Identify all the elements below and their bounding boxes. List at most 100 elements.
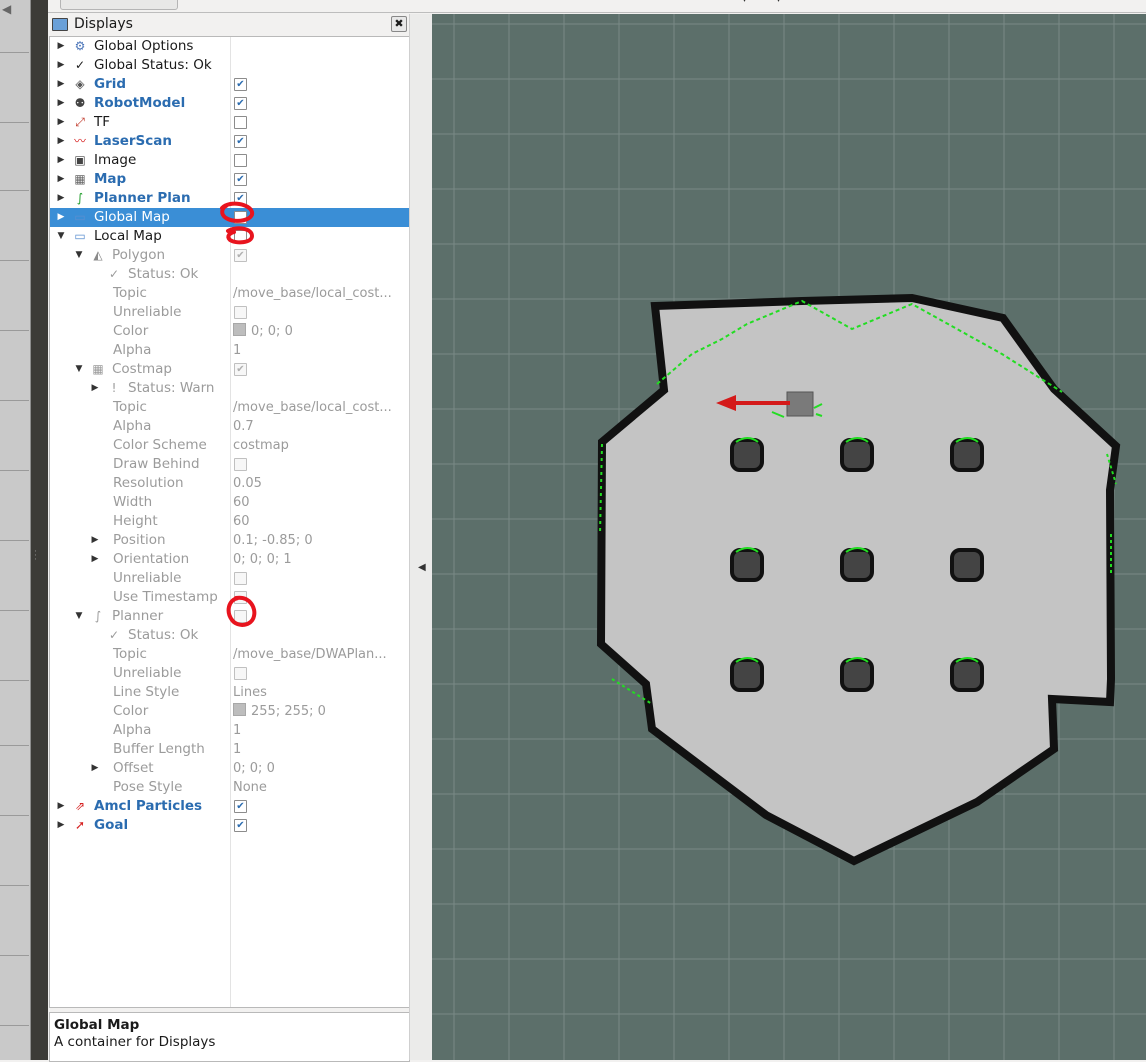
tree-row[interactable]: Use Timestamp <box>50 588 409 607</box>
tree-row[interactable]: ▶ ◈ Grid ✔ <box>50 75 409 94</box>
render-viewport[interactable] <box>432 14 1146 1060</box>
tree-row[interactable]: ▶ Position 0.1; -0.85; 0 <box>50 531 409 550</box>
expand-arrow-icon[interactable]: ▶ <box>56 56 66 75</box>
expand-arrow-icon[interactable]: ▶ <box>56 37 66 56</box>
robot-model[interactable] <box>786 391 814 417</box>
property-value[interactable]: /move_base/local_cost... <box>233 284 392 303</box>
expand-arrow-icon[interactable]: ▶ <box>56 816 66 835</box>
tree-row[interactable]: ✓ Status: Ok <box>50 265 409 284</box>
drag-handle-icon[interactable]: · · · <box>34 548 37 565</box>
tree-row[interactable]: ✓ Status: Ok <box>50 626 409 645</box>
visibility-checkbox[interactable] <box>234 116 247 129</box>
collapse-arrow-icon[interactable]: ▼ <box>74 607 84 626</box>
dock-splitter[interactable]: · · · <box>31 0 48 1060</box>
tree-row[interactable]: ▶ ⚙ Global Options <box>50 37 409 56</box>
close-button[interactable]: ✖ <box>391 16 407 32</box>
visibility-checkbox[interactable] <box>234 230 247 243</box>
tree-row[interactable]: Topic/move_base/DWAPlan... <box>50 645 409 664</box>
tree-row[interactable]: ▼ ▭ Local Map <box>50 227 409 246</box>
property-value[interactable]: 0; 0; 0; 1 <box>233 550 292 569</box>
visibility-checkbox[interactable]: ✔ <box>234 800 247 813</box>
visibility-checkbox[interactable] <box>234 572 247 585</box>
tree-row[interactable]: ▶ ∫ Planner Plan ✔ <box>50 189 409 208</box>
tree-row[interactable]: Unreliable <box>50 569 409 588</box>
arrow-cursor-icon[interactable]: ◀ <box>2 2 11 16</box>
tree-row[interactable]: Height 60 <box>50 512 409 531</box>
tree-row[interactable]: Resolution 0.05 <box>50 474 409 493</box>
property-value[interactable]: 0; 0; 0 <box>233 322 293 341</box>
tree-row[interactable]: ▶ ✓ Global Status: Ok <box>50 56 409 75</box>
property-value[interactable]: 0.7 <box>233 417 254 436</box>
visibility-checkbox[interactable]: ✔ <box>234 173 247 186</box>
tree-row[interactable]: ▶ ⤢ TF <box>50 113 409 132</box>
visibility-checkbox[interactable] <box>234 211 247 224</box>
tree-row[interactable]: Draw Behind <box>50 455 409 474</box>
tree-row[interactable]: ▶ ▣ Image <box>50 151 409 170</box>
collapse-arrow-icon[interactable]: ◀ <box>418 562 426 573</box>
panel-splitter[interactable]: ◀ <box>409 14 433 1060</box>
expand-arrow-icon[interactable]: ▶ <box>90 759 100 778</box>
visibility-checkbox[interactable]: ✔ <box>234 249 247 262</box>
tree-row[interactable]: ▶ Orientation 0; 0; 0; 1 <box>50 550 409 569</box>
chevron-down-icon[interactable]: ▾ <box>776 0 781 5</box>
visibility-checkbox[interactable] <box>234 154 247 167</box>
tree-row[interactable]: ▶ ▭ Global Map <box>50 208 409 227</box>
property-value[interactable]: 0.1; -0.85; 0 <box>233 531 313 550</box>
visibility-checkbox[interactable] <box>234 591 247 604</box>
property-value[interactable]: 1 <box>233 740 241 759</box>
toolbar-button[interactable] <box>60 0 178 10</box>
visibility-checkbox[interactable] <box>234 667 247 680</box>
expand-arrow-icon[interactable]: ▶ <box>56 113 66 132</box>
expand-arrow-icon[interactable]: ▶ <box>56 75 66 94</box>
map-canvas[interactable] <box>432 14 1146 1060</box>
visibility-checkbox[interactable]: ✔ <box>234 819 247 832</box>
collapse-arrow-icon[interactable]: ▼ <box>74 360 84 379</box>
property-value[interactable]: /move_base/local_cost... <box>233 398 392 417</box>
visibility-checkbox[interactable]: ✔ <box>234 363 247 376</box>
chevron-down-icon[interactable]: ▾ <box>742 0 747 5</box>
tree-row[interactable]: ▶ Offset 0; 0; 0 <box>50 759 409 778</box>
tree-row[interactable]: Color 255; 255; 0 <box>50 702 409 721</box>
collapse-arrow-icon[interactable]: ▼ <box>74 246 84 265</box>
tree-row[interactable]: ▼ ▦ Costmap ✔ <box>50 360 409 379</box>
tree-row[interactable]: Unreliable <box>50 303 409 322</box>
property-value[interactable]: 0.05 <box>233 474 262 493</box>
visibility-checkbox[interactable] <box>234 306 247 319</box>
visibility-checkbox[interactable]: ✔ <box>234 78 247 91</box>
tree-row[interactable]: Alpha 1 <box>50 721 409 740</box>
expand-arrow-icon[interactable]: ▶ <box>56 797 66 816</box>
tree-row[interactable]: Width 60 <box>50 493 409 512</box>
property-value[interactable]: None <box>233 778 267 797</box>
property-value[interactable]: 255; 255; 0 <box>233 702 326 721</box>
property-value[interactable]: 60 <box>233 493 250 512</box>
tree-row[interactable]: Alpha 1 <box>50 341 409 360</box>
tree-row[interactable]: ▼ ◭ Polygon ✔ <box>50 246 409 265</box>
visibility-checkbox[interactable]: ✔ <box>234 97 247 110</box>
expand-arrow-icon[interactable]: ▶ <box>56 94 66 113</box>
visibility-checkbox[interactable] <box>234 610 247 623</box>
property-value[interactable]: /move_base/DWAPlan... <box>233 645 387 664</box>
property-value[interactable]: Lines <box>233 683 267 702</box>
tree-row[interactable]: ▶! Status: Warn <box>50 379 409 398</box>
property-value[interactable]: costmap <box>233 436 289 455</box>
tree-row[interactable]: Line Style Lines <box>50 683 409 702</box>
expand-arrow-icon[interactable]: ▶ <box>90 379 100 398</box>
expand-arrow-icon[interactable]: ▶ <box>56 189 66 208</box>
expand-arrow-icon[interactable]: ▶ <box>56 132 66 151</box>
expand-arrow-icon[interactable]: ▶ <box>56 208 66 227</box>
tree-row[interactable]: ▶ 〰 LaserScan ✔ <box>50 132 409 151</box>
expand-arrow-icon[interactable]: ▶ <box>90 531 100 550</box>
tree-row[interactable]: Color Scheme costmap <box>50 436 409 455</box>
property-value[interactable]: 1 <box>233 721 241 740</box>
tree-row[interactable]: ▼ ∫ Planner <box>50 607 409 626</box>
tree-row[interactable]: Alpha 0.7 <box>50 417 409 436</box>
expand-arrow-icon[interactable]: ▶ <box>90 550 100 569</box>
visibility-checkbox[interactable] <box>234 458 247 471</box>
tree-row[interactable]: Unreliable <box>50 664 409 683</box>
collapse-arrow-icon[interactable]: ▼ <box>56 227 66 246</box>
visibility-checkbox[interactable]: ✔ <box>234 192 247 205</box>
property-value[interactable]: 1 <box>233 341 241 360</box>
tree-row[interactable]: ▶ ⚉ RobotModel ✔ <box>50 94 409 113</box>
expand-arrow-icon[interactable]: ▶ <box>56 151 66 170</box>
tree-row[interactable]: Color 0; 0; 0 <box>50 322 409 341</box>
